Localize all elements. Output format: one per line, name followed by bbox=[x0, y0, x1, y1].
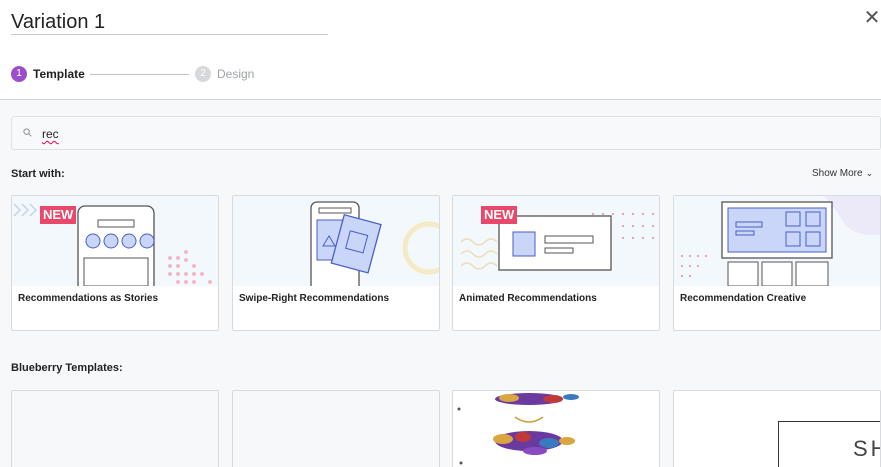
template-card-swipe-right[interactable]: Swipe-Right Recommendations bbox=[232, 195, 440, 331]
show-more-button[interactable]: Show More ⌄ bbox=[812, 168, 873, 179]
card-thumbnail bbox=[233, 196, 439, 286]
card-thumbnail bbox=[233, 391, 439, 467]
close-icon[interactable]: ✕ bbox=[862, 8, 881, 28]
card-label: Swipe-Right Recommendations bbox=[239, 293, 390, 304]
variation-name-input[interactable]: Variation 1 bbox=[11, 8, 328, 35]
step-1-number[interactable]: 1 bbox=[11, 66, 27, 82]
search-value[interactable]: rec bbox=[42, 127, 59, 141]
card-label: Animated Recommendations bbox=[459, 293, 597, 304]
card-thumbnail: NEW bbox=[12, 196, 218, 286]
modal-header: Variation 1 ✕ 1 Template 2 Design bbox=[0, 0, 881, 100]
step-connector bbox=[90, 74, 189, 75]
blueberry-template-card[interactable]: SH bbox=[673, 390, 881, 467]
template-card-creative[interactable]: Recommendation Creative bbox=[673, 195, 881, 331]
blueberry-templates-heading: Blueberry Templates: bbox=[11, 362, 123, 374]
template-card-animated[interactable]: NEW Animated Recommendations bbox=[452, 195, 660, 331]
step-2-number[interactable]: 2 bbox=[195, 66, 211, 82]
card-thumbnail bbox=[674, 196, 880, 286]
chevron-down-icon: ⌄ bbox=[865, 168, 874, 178]
swipe-illustration bbox=[310, 201, 439, 286]
step-design-label[interactable]: Design bbox=[217, 67, 254, 81]
new-badge: NEW bbox=[40, 206, 77, 224]
search-icon bbox=[23, 128, 32, 137]
card-thumbnail: SH bbox=[674, 391, 880, 467]
start-with-heading: Start with: bbox=[11, 168, 65, 180]
card-label: Recommendation Creative bbox=[680, 293, 807, 304]
show-more-label[interactable]: Show More bbox=[812, 168, 863, 179]
necklace-image bbox=[457, 393, 579, 465]
blueberry-template-card[interactable] bbox=[452, 390, 660, 467]
card-label: Recommendations as Stories bbox=[18, 293, 159, 304]
template-preview-text: SH bbox=[853, 436, 880, 461]
new-badge: NEW bbox=[481, 206, 518, 224]
template-search-input[interactable]: rec bbox=[11, 116, 881, 150]
template-card-recommendations-stories[interactable]: NEW Recommendations as Stories bbox=[11, 195, 219, 331]
blueberry-template-card[interactable] bbox=[232, 390, 440, 467]
card-thumbnail: NEW bbox=[453, 196, 659, 286]
step-template-label[interactable]: Template bbox=[33, 67, 85, 81]
template-frame: SH bbox=[778, 421, 880, 467]
creative-illustration bbox=[681, 196, 880, 286]
blueberry-template-card[interactable] bbox=[11, 390, 219, 467]
card-thumbnail bbox=[12, 391, 218, 467]
jewelry-product-image bbox=[453, 391, 659, 467]
